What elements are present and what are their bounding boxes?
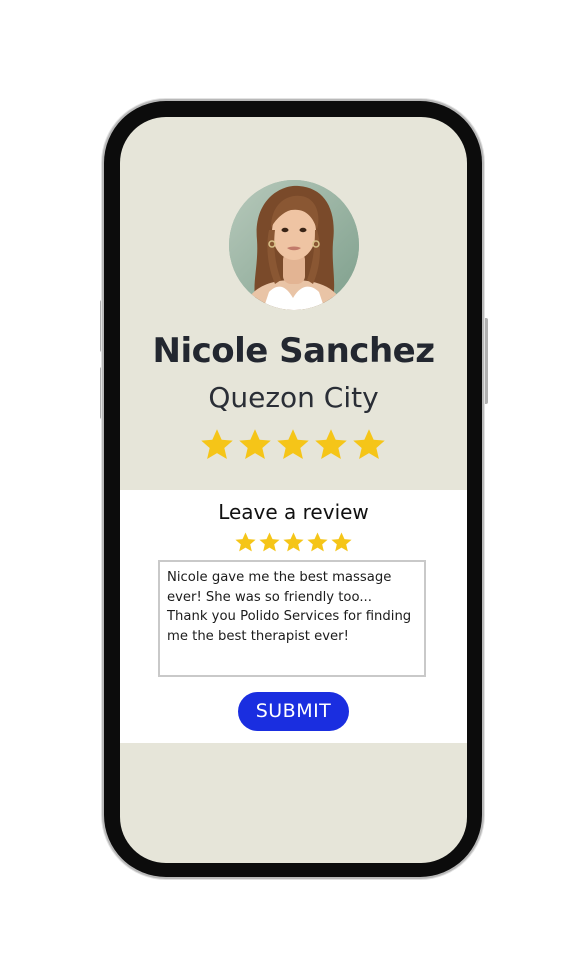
- star-icon: [277, 429, 309, 459]
- profile-location: Quezon City: [208, 381, 379, 414]
- star-icon[interactable]: [258, 531, 281, 554]
- power-button: [482, 318, 488, 404]
- woman-portrait-icon: [229, 180, 359, 310]
- star-icon[interactable]: [306, 531, 329, 554]
- star-icon[interactable]: [282, 531, 305, 554]
- review-star-rating[interactable]: [234, 531, 353, 554]
- review-title: Leave a review: [218, 500, 369, 524]
- review-text-field[interactable]: Nicole gave me the best massage ever! Sh…: [158, 560, 426, 677]
- profile-name: Nicole Sanchez: [152, 331, 435, 371]
- star-icon[interactable]: [234, 531, 257, 554]
- stage: Nicole Sanchez Quezon City Leave a revie…: [0, 0, 588, 980]
- star-icon: [315, 429, 347, 459]
- review-panel: Leave a review Nicole gave me the best m…: [120, 490, 467, 743]
- avatar: [229, 180, 359, 310]
- phone-screen: Nicole Sanchez Quezon City Leave a revie…: [120, 117, 467, 863]
- profile-rating: [199, 427, 387, 467]
- star-icon[interactable]: [330, 531, 353, 554]
- star-icon: [239, 429, 271, 459]
- star-icon: [201, 429, 233, 459]
- star-icon: [353, 429, 385, 459]
- submit-button[interactable]: SUBMIT: [238, 692, 349, 731]
